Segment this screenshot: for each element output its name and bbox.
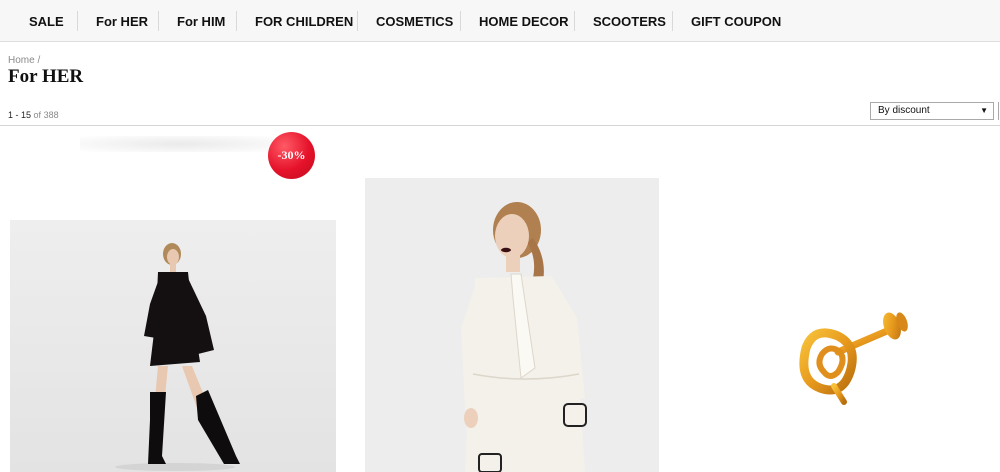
nav-divider	[574, 11, 575, 31]
results-counter: 1 - 15 of 388	[8, 110, 59, 120]
top-navigation: SALE For HER For HIM FOR CHILDREN COSMET…	[0, 0, 1000, 42]
nav-divider	[236, 11, 237, 31]
page-title: For HER	[8, 66, 84, 87]
sort-dropdown[interactable]: By discount ▼	[870, 102, 994, 120]
nav-divider	[460, 11, 461, 31]
woman-black-dress-photo	[10, 220, 336, 472]
breadcrumb-separator: /	[37, 55, 41, 66]
nav-item-home-decor[interactable]: HOME DECOR	[479, 0, 569, 42]
nav-divider	[357, 11, 358, 31]
nav-divider	[77, 11, 78, 31]
nav-item-scooters[interactable]: SCOOTERS	[593, 0, 666, 42]
nav-divider	[672, 11, 673, 31]
chevron-down-icon: ▼	[980, 106, 988, 115]
sort-selected-value: By discount	[878, 105, 930, 116]
breadcrumb: Home /	[8, 55, 40, 66]
nav-item-for-him[interactable]: For HIM	[177, 0, 225, 42]
listing-divider	[0, 125, 1000, 126]
breadcrumb-home-link[interactable]: Home	[8, 55, 35, 66]
product-card-3[interactable]	[688, 140, 1000, 472]
nav-divider	[158, 11, 159, 31]
woman-white-dress-photo	[365, 178, 659, 472]
nav-item-cosmetics[interactable]: COSMETICS	[376, 0, 453, 42]
nav-item-gift-coupon[interactable]: GIFT COUPON	[691, 0, 781, 42]
results-of-label: of	[33, 110, 42, 120]
nav-item-sale[interactable]: SALE	[29, 0, 64, 42]
product-card-1[interactable]	[10, 220, 336, 472]
results-range: 1 - 15	[8, 110, 32, 120]
gold-earring-photo	[688, 140, 1000, 472]
results-total: 388	[43, 110, 59, 120]
image-haze	[80, 136, 280, 152]
nav-item-for-her[interactable]: For HER	[96, 0, 148, 42]
nav-item-for-children[interactable]: FOR CHILDREN	[255, 0, 353, 42]
product-card-2[interactable]	[365, 178, 659, 472]
discount-badge: -30%	[268, 132, 315, 179]
